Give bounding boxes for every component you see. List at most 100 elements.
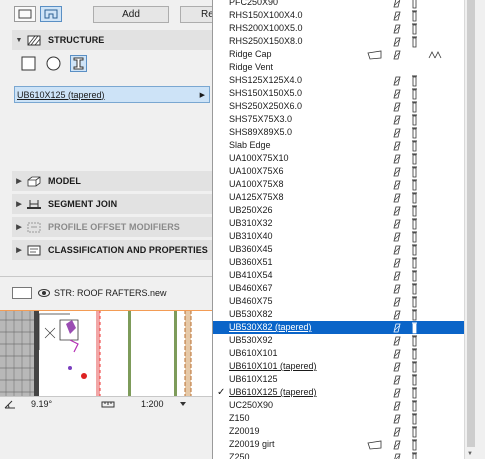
profile-offset-section-header[interactable]: ▶ PROFILE OFFSET MODIFIERS bbox=[12, 217, 212, 237]
profile-outline-icon bbox=[393, 401, 401, 411]
dropdown-item-label: UB460X67 bbox=[229, 283, 273, 293]
dropdown-item[interactable]: UB310X32 bbox=[213, 217, 465, 230]
profile-section-icon bbox=[412, 153, 417, 165]
divider bbox=[0, 276, 213, 277]
ruler-icon bbox=[101, 401, 115, 408]
dropdown-item[interactable]: Ridge Vent bbox=[213, 61, 465, 74]
dropdown-item[interactable]: UA100X75X6 bbox=[213, 165, 465, 178]
dropdown-item-label: SHS125X125X4.0 bbox=[229, 75, 303, 85]
dropdown-item[interactable]: UB250X26 bbox=[213, 204, 465, 217]
dropdown-item[interactable]: SHS150X150X5.0 bbox=[213, 87, 465, 100]
profile-section-icon bbox=[412, 322, 417, 334]
profile-outline-icon bbox=[393, 297, 401, 307]
settings-panel: Add Re ▼ STRUCTURE UB610X125 (tapered) ▶… bbox=[0, 0, 220, 310]
dropdown-item[interactable]: UB610X101 bbox=[213, 347, 465, 360]
dropdown-item[interactable]: RHS150X100X4.0 bbox=[213, 9, 465, 22]
profile-shape-button[interactable] bbox=[70, 55, 87, 72]
dropdown-item-label: UA100X75X8 bbox=[229, 179, 284, 189]
profile-section-icon bbox=[412, 439, 417, 451]
model-section-title: MODEL bbox=[48, 176, 81, 186]
scroll-down-arrow-icon[interactable]: ▼ bbox=[467, 451, 473, 457]
profile-section-icon bbox=[412, 88, 417, 100]
dropdown-item-label: Z150 bbox=[229, 413, 250, 423]
profile-outline-icon bbox=[393, 388, 401, 398]
dropdown-scrollbar[interactable]: ▼ bbox=[464, 0, 476, 459]
dropdown-item[interactable]: UB610X125 bbox=[213, 373, 465, 386]
view-mode-active-button[interactable] bbox=[40, 6, 62, 22]
dropdown-item-label: UA125X75X8 bbox=[229, 192, 284, 202]
dropdown-item[interactable]: UB530X92 bbox=[213, 334, 465, 347]
dropdown-item-label: Z250 bbox=[229, 452, 250, 459]
dropdown-item[interactable]: UB310X40 bbox=[213, 230, 465, 243]
chevron-right-icon: ▶ bbox=[16, 201, 22, 208]
dropdown-item-label: UB310X40 bbox=[229, 231, 273, 241]
profile-section-icon bbox=[412, 192, 417, 204]
layer-selector[interactable]: STR: ROOF RAFTERS.new bbox=[12, 284, 212, 302]
model-section-header[interactable]: ▶ MODEL bbox=[12, 171, 212, 191]
dropdown-item[interactable]: PFC250X90 bbox=[213, 0, 465, 9]
profile-outline-icon bbox=[393, 0, 401, 8]
dropdown-item[interactable]: ✓ UB610X125 (tapered) bbox=[213, 386, 465, 399]
profile-outline-icon bbox=[393, 180, 401, 190]
profile-outline-icon bbox=[393, 323, 401, 333]
dropdown-item[interactable]: Z150 bbox=[213, 412, 465, 425]
dropdown-item-label: UB250X26 bbox=[229, 205, 273, 215]
view-mode-button[interactable] bbox=[14, 6, 36, 22]
dropdown-item-label: Slab Edge bbox=[229, 140, 271, 150]
add-button[interactable]: Add bbox=[93, 6, 169, 23]
dropdown-item[interactable]: UC250X90 bbox=[213, 399, 465, 412]
dropdown-item[interactable]: SHS89X89X5.0 bbox=[213, 126, 465, 139]
profile-selector[interactable]: UB610X125 (tapered) ▶ bbox=[14, 86, 210, 103]
dropdown-item[interactable]: Z20019 bbox=[213, 425, 465, 438]
dropdown-item[interactable]: UA100X75X8 bbox=[213, 178, 465, 191]
dropdown-item-label: UB360X51 bbox=[229, 257, 273, 267]
ridge-cap-icon bbox=[367, 440, 382, 450]
model-icon bbox=[26, 176, 42, 187]
dropdown-item[interactable]: UB530X82 (tapered) bbox=[213, 321, 465, 334]
profile-outline-icon bbox=[393, 427, 401, 437]
i-beam-icon bbox=[73, 57, 84, 70]
dropdown-item[interactable]: Z250 bbox=[213, 451, 465, 459]
dropdown-item-label: Z20019 girt bbox=[229, 439, 275, 449]
dropdown-item[interactable]: SHS125X125X4.0 bbox=[213, 74, 465, 87]
dropdown-item[interactable]: UB360X45 bbox=[213, 243, 465, 256]
floor-plan-canvas[interactable] bbox=[0, 310, 213, 396]
scrollbar-thumb[interactable] bbox=[467, 0, 475, 447]
dropdown-item[interactable]: Slab Edge bbox=[213, 139, 465, 152]
dropdown-item[interactable]: RHS250X150X8.0 bbox=[213, 35, 465, 48]
dropdown-item[interactable]: UB460X67 bbox=[213, 282, 465, 295]
dropdown-item[interactable]: RHS200X100X5.0 bbox=[213, 22, 465, 35]
dropdown-item[interactable]: UB410X54 bbox=[213, 269, 465, 282]
circular-shape-button[interactable] bbox=[45, 55, 62, 72]
window-edge bbox=[476, 0, 485, 459]
dropdown-item-label: SHS150X150X5.0 bbox=[229, 88, 303, 98]
dropdown-item[interactable]: Z20019 girt bbox=[213, 438, 465, 451]
circle-icon bbox=[46, 56, 61, 71]
rectangular-shape-button[interactable] bbox=[20, 55, 37, 72]
dropdown-item[interactable]: UB460X75 bbox=[213, 295, 465, 308]
scale-dropdown-icon[interactable] bbox=[178, 399, 188, 409]
classification-section-header[interactable]: ▶ CLASSIFICATION AND PROPERTIES bbox=[12, 240, 212, 260]
profile-outline-icon bbox=[393, 24, 401, 34]
dropdown-item-label: UB610X125 (tapered) bbox=[229, 387, 317, 397]
dropdown-item[interactable]: Ridge Cap bbox=[213, 48, 465, 61]
dropdown-item[interactable]: UA100X75X10 bbox=[213, 152, 465, 165]
dropdown-item[interactable]: SHS75X75X3.0 bbox=[213, 113, 465, 126]
segment-join-section-header[interactable]: ▶ SEGMENT JOIN bbox=[12, 194, 212, 214]
dropdown-item-label: UB360X45 bbox=[229, 244, 273, 254]
dropdown-item-label: UB610X125 bbox=[229, 374, 278, 384]
dropdown-item-label: UA100X75X10 bbox=[229, 153, 289, 163]
dropdown-item[interactable]: UB530X82 bbox=[213, 308, 465, 321]
chevron-right-icon: ▶ bbox=[16, 178, 22, 185]
scale-value[interactable]: 1:200 bbox=[141, 399, 164, 409]
dropdown-item-label: SHS75X75X3.0 bbox=[229, 114, 293, 124]
dropdown-item[interactable]: UA125X75X8 bbox=[213, 191, 465, 204]
eye-icon bbox=[38, 289, 50, 297]
dropdown-item[interactable]: SHS250X250X6.0 bbox=[213, 100, 465, 113]
dropdown-item-label: UB530X82 bbox=[229, 309, 273, 319]
dropdown-item[interactable]: UB360X51 bbox=[213, 256, 465, 269]
profile-section-icon bbox=[412, 127, 417, 139]
segment-join-section-title: SEGMENT JOIN bbox=[48, 199, 118, 209]
dropdown-item[interactable]: UB610X101 (tapered) bbox=[213, 360, 465, 373]
structure-section-header[interactable]: ▼ STRUCTURE bbox=[12, 30, 212, 50]
